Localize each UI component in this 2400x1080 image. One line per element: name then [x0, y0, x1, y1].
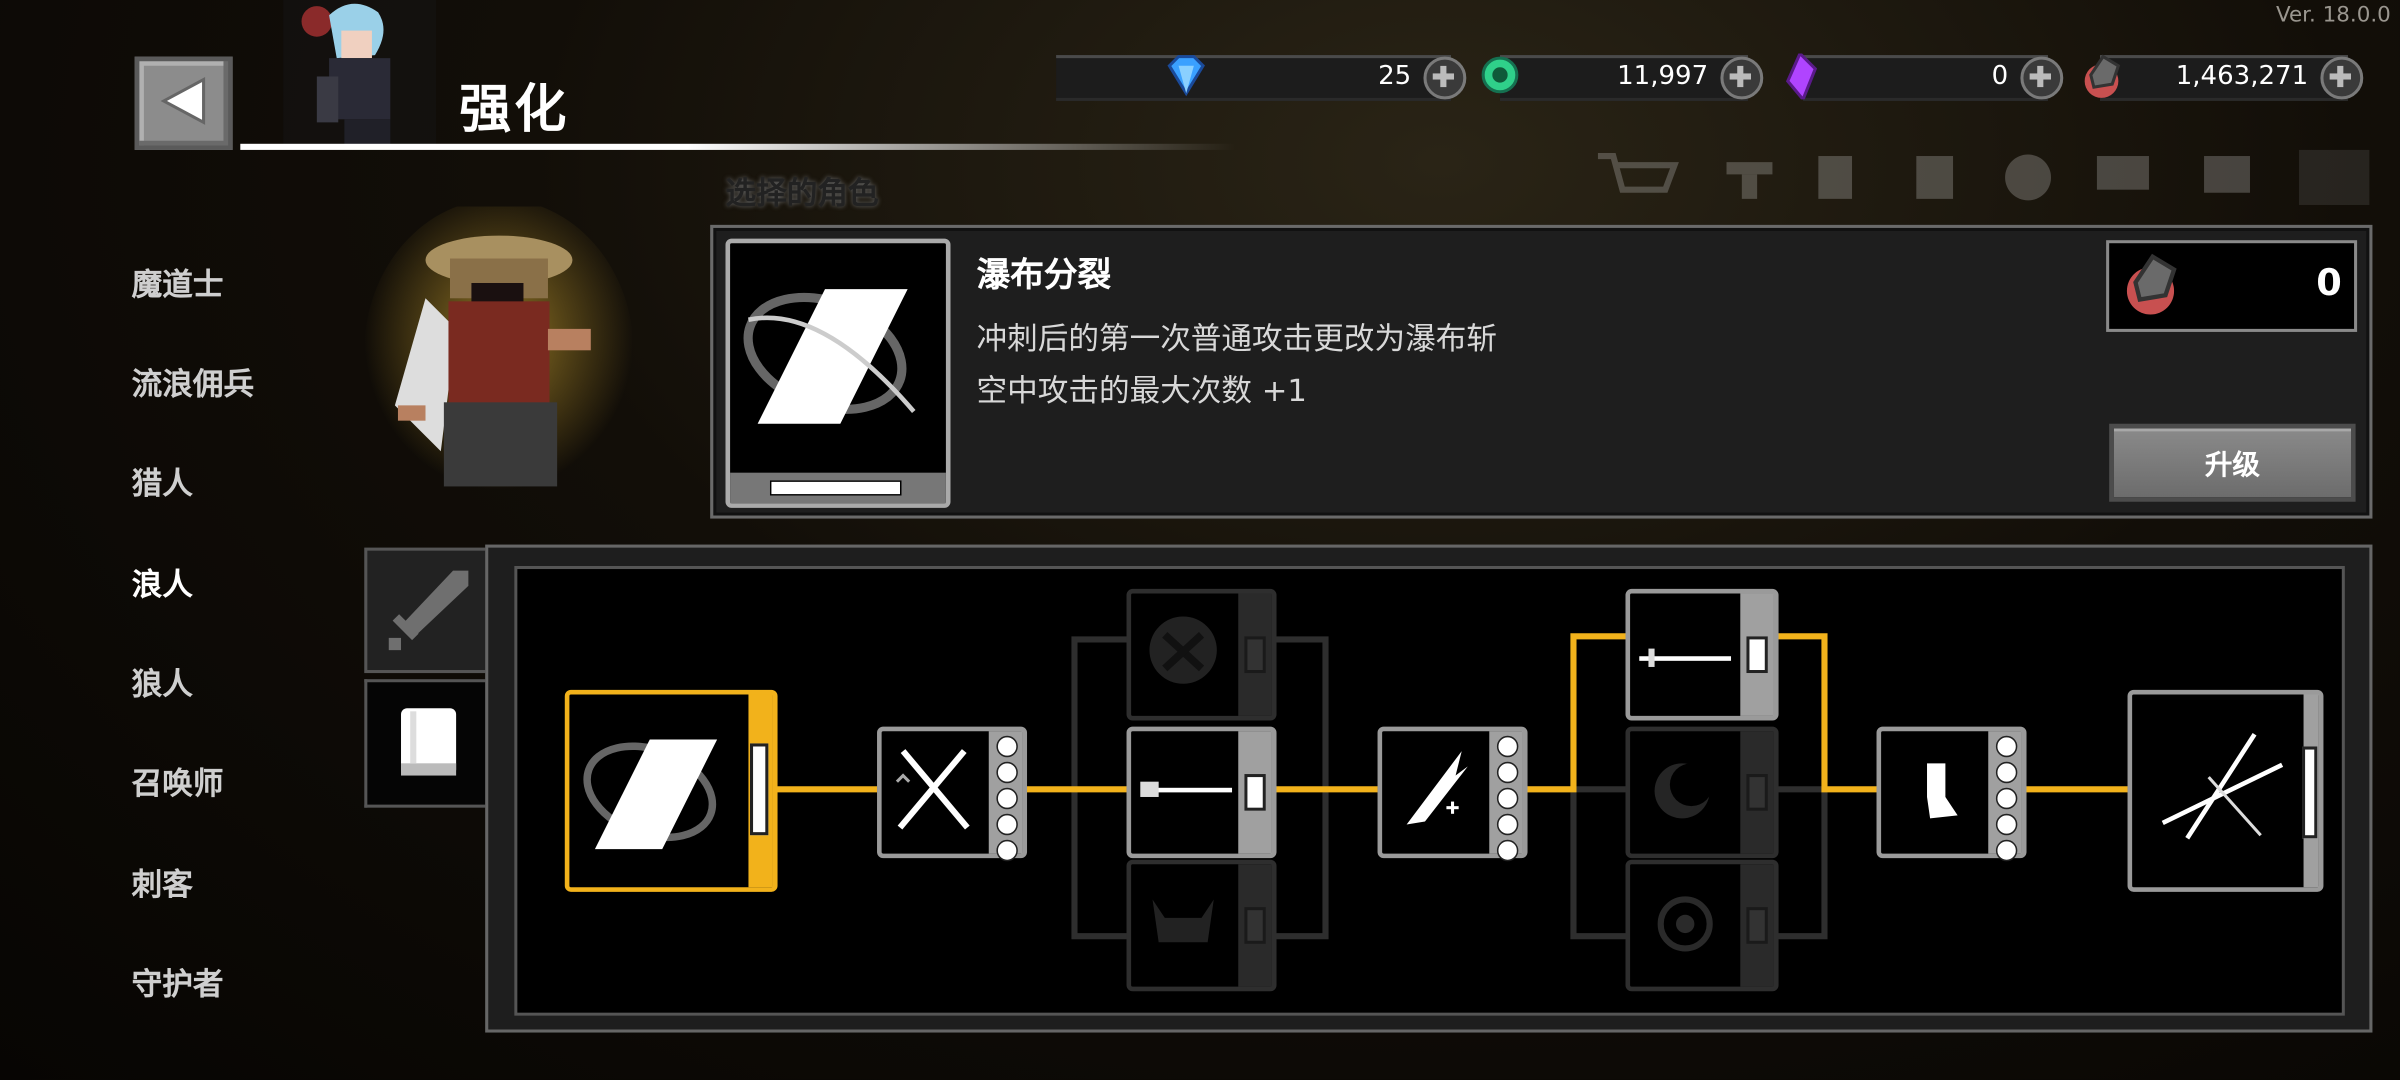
cross-slash-icon — [2161, 733, 2284, 840]
skill-node-horned-helm[interactable] — [1126, 859, 1277, 992]
sidebar-item-assassin[interactable]: 刺客 — [132, 860, 193, 904]
add-purple-crystal-button[interactable] — [2020, 56, 2064, 100]
katana-icon — [1140, 781, 1233, 797]
crescent-icon — [1654, 763, 1713, 819]
section-subheading: 选择的角色 — [725, 174, 879, 212]
sidebar-item-ronin[interactable]: 浪人 — [132, 560, 193, 604]
skill-name: 瀑布分裂 — [976, 256, 1112, 296]
weapon-tab[interactable] — [364, 547, 493, 674]
upgrade-button-label: 升级 — [2204, 449, 2260, 482]
plus-icon — [1432, 65, 1455, 88]
add-green-coin-button[interactable] — [1720, 56, 1764, 100]
skill-node-long-sword[interactable] — [1625, 588, 1779, 721]
vortex-icon — [1657, 896, 1713, 952]
add-blue-gem-button[interactable] — [1423, 56, 1467, 100]
skill-node-dash-boot[interactable] — [1876, 726, 2027, 862]
title-underline — [240, 143, 1236, 150]
ore-soul-icon — [2084, 54, 2121, 98]
skill-node-katana-thrust[interactable] — [1126, 726, 1277, 859]
sidebar-item-summoner[interactable]: 召唤师 — [132, 759, 224, 803]
sword-icon — [388, 570, 469, 651]
ore-soul-value: 1,463,271 — [2175, 61, 2309, 92]
selected-skill-icon — [725, 238, 951, 508]
upgrade-button[interactable]: 升级 — [2109, 423, 2356, 502]
back-arrow-icon — [160, 76, 206, 125]
skill-node-vortex[interactable] — [1625, 859, 1779, 992]
boot-icon — [1927, 763, 1958, 819]
book-icon — [401, 708, 457, 776]
resource-bar-ore-soul: 1,463,271 — [2084, 54, 2364, 101]
purple-crystal-value: 0 — [1991, 61, 2009, 92]
green-coin-value: 11,997 — [1617, 61, 1709, 92]
skill-node-blade-upgrade[interactable] — [1377, 726, 1528, 862]
skill-book-tab[interactable] — [364, 679, 490, 808]
version-label: Ver. 18.0.0 — [2275, 3, 2391, 28]
purple-crystal-icon — [1785, 53, 1818, 100]
skill-node-dual-swords[interactable] — [877, 726, 1028, 862]
demon-mask-icon — [1149, 616, 1217, 684]
skill-description-line-1: 冲刺后的第一次普通攻击更改为瀑布斩 — [976, 319, 1497, 357]
blue-gem-icon — [1167, 55, 1205, 97]
ore-soul-icon — [2126, 253, 2177, 315]
upgrade-cost-value: 0 — [2316, 261, 2342, 305]
character-portrait — [283, 0, 437, 146]
ronin-character-sprite — [364, 198, 634, 505]
sidebar-item-mercenary[interactable]: 流浪佣兵 — [132, 359, 254, 403]
plus-icon — [2029, 65, 2052, 88]
waterfall-slash-icon — [743, 289, 916, 424]
waterfall-slash-icon — [583, 739, 718, 850]
green-coin-icon — [1481, 56, 1519, 94]
page-title: 强化 — [459, 79, 570, 141]
upgrade-cost-box: 0 — [2106, 240, 2358, 332]
faded-menu-icons — [1592, 147, 2388, 208]
flaming-blade-icon — [1406, 751, 1468, 825]
sidebar-item-werewolf[interactable]: 狼人 — [132, 659, 193, 703]
blue-gem-value: 25 — [1378, 61, 1412, 92]
add-ore-soul-button[interactable] — [2320, 56, 2364, 100]
plus-icon — [2329, 65, 2352, 88]
sidebar-item-guardian[interactable]: 守护者 — [132, 959, 224, 1003]
skill-node-cross-slash[interactable] — [2127, 689, 2324, 892]
skill-node-crescent[interactable] — [1625, 726, 1779, 859]
long-sword-icon — [1639, 648, 1732, 667]
sidebar-item-mage[interactable]: 魔道士 — [132, 260, 224, 304]
skill-description-line-2: 空中攻击的最大次数 +1 — [976, 371, 1307, 409]
crossed-swords-icon — [895, 749, 970, 830]
resource-bar-purple-crystal: 0 — [1785, 53, 2064, 101]
back-button[interactable] — [134, 56, 233, 150]
resource-bar-blue-gem: 25 — [1056, 55, 1467, 101]
sidebar-item-hunter[interactable]: 猎人 — [132, 459, 193, 503]
horned-helm-icon — [1152, 899, 1214, 943]
plus-icon — [1729, 65, 1752, 88]
resource-bar-green-coin: 11,997 — [1481, 55, 1764, 101]
skill-node-waterfall-split[interactable] — [564, 689, 778, 892]
skill-node-demon-mask[interactable] — [1126, 588, 1277, 721]
